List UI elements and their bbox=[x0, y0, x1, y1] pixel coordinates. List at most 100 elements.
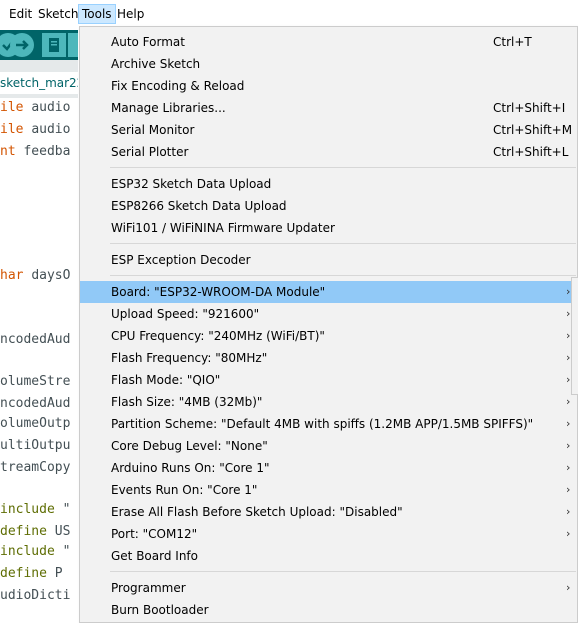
code-line: ncodedAud bbox=[0, 396, 70, 412]
menu-item-core-debug-level[interactable]: Core Debug Level: "None" › bbox=[80, 435, 577, 457]
code-editor[interactable]: ile audio ile audio nt feedba har daysO ncod… bbox=[0, 98, 80, 621]
menu-item-upload-speed[interactable]: Upload Speed: "921600" › bbox=[80, 303, 577, 325]
menu-separator bbox=[110, 275, 576, 276]
menu-item-partition-scheme[interactable]: Partition Scheme: "Default 4MB with spif… bbox=[80, 413, 577, 435]
code-line: udioDicti bbox=[0, 588, 70, 604]
code-token: include bbox=[0, 502, 63, 517]
menu-item-label: Core Debug Level: "None" bbox=[111, 439, 268, 453]
code-line: ncodedAud bbox=[0, 332, 70, 348]
menu-item-serial-plotter[interactable]: Serial Plotter Ctrl+Shift+L bbox=[80, 141, 577, 163]
menu-item-label: ESP32 Sketch Data Upload bbox=[111, 177, 272, 191]
chevron-right-icon: › bbox=[566, 483, 571, 496]
menu-item-label: Auto Format bbox=[111, 35, 185, 49]
menu-item-label: Manage Libraries... bbox=[111, 101, 226, 115]
menu-tools[interactable]: Tools bbox=[78, 4, 116, 24]
code-token: define bbox=[0, 566, 55, 581]
menu-item-label: Fix Encoding & Reload bbox=[111, 79, 245, 93]
menu-item-cpu-frequency[interactable]: CPU Frequency: "240MHz (WiFi/BT)" › bbox=[80, 325, 577, 347]
menu-item-flash-frequency[interactable]: Flash Frequency: "80MHz" › bbox=[80, 347, 577, 369]
menu-item-burn-bootloader[interactable]: Burn Bootloader bbox=[80, 599, 577, 621]
upload-icon[interactable] bbox=[10, 33, 34, 57]
menu-item-esp32-sketch-data-upload[interactable]: ESP32 Sketch Data Upload bbox=[80, 173, 577, 195]
menu-item-label: Flash Frequency: "80MHz" bbox=[111, 351, 268, 365]
menu-item-label: Port: "COM12" bbox=[111, 527, 198, 541]
menu-item-label: Upload Speed: "921600" bbox=[111, 307, 260, 321]
menu-item-arduino-runs-on[interactable]: Arduino Runs On: "Core 1" › bbox=[80, 457, 577, 479]
menu-help[interactable]: Help bbox=[114, 5, 147, 23]
menu-item-label: Flash Size: "4MB (32Mb)" bbox=[111, 395, 263, 409]
menu-separator bbox=[110, 167, 576, 168]
code-line: nt feedba bbox=[0, 144, 70, 160]
code-token: ile bbox=[0, 100, 32, 115]
code-token: olumeOutp bbox=[0, 416, 71, 431]
menu-item-label: Board: "ESP32-WROOM-DA Module" bbox=[111, 285, 326, 299]
menu-item-shortcut: Ctrl+Shift+L bbox=[493, 145, 569, 159]
menu-sketch[interactable]: Sketch bbox=[35, 5, 81, 23]
code-line: treamCopy bbox=[0, 460, 70, 476]
code-line: ile audio bbox=[0, 100, 70, 116]
menu-item-programmer[interactable]: Programmer › bbox=[80, 577, 577, 599]
chevron-right-icon: › bbox=[566, 395, 571, 408]
code-token: har bbox=[0, 268, 32, 283]
menu-item-esp8266-sketch-data-upload[interactable]: ESP8266 Sketch Data Upload bbox=[80, 195, 577, 217]
code-token: " bbox=[62, 502, 71, 517]
menu-item-flash-size[interactable]: Flash Size: "4MB (32Mb)" › bbox=[80, 391, 577, 413]
menu-item-label: CPU Frequency: "240MHz (WiFi/BT)" bbox=[111, 329, 325, 343]
menu-item-port[interactable]: Port: "COM12" › bbox=[80, 523, 577, 545]
menu-item-label: ESP Exception Decoder bbox=[111, 253, 251, 267]
menu-item-label: Erase All Flash Before Sketch Upload: "D… bbox=[111, 505, 403, 519]
code-token: nt bbox=[0, 144, 24, 159]
menu-item-label: WiFi101 / WiFiNINA Firmware Updater bbox=[111, 221, 335, 235]
menu-item-board[interactable]: Board: "ESP32-WROOM-DA Module" › bbox=[80, 281, 577, 303]
code-token: treamCopy bbox=[0, 460, 71, 475]
tab-sketch[interactable]: sketch_mar22 bbox=[0, 72, 78, 94]
menu-item-label: Events Run On: "Core 1" bbox=[111, 483, 258, 497]
code-token: ncodedAud bbox=[0, 332, 71, 347]
code-line: include " bbox=[0, 502, 70, 518]
menu-item-label: Serial Monitor bbox=[111, 123, 195, 137]
menu-item-serial-monitor[interactable]: Serial Monitor Ctrl+Shift+M bbox=[80, 119, 577, 141]
chevron-right-icon: › bbox=[566, 527, 571, 540]
submenu-edge bbox=[571, 277, 578, 395]
new-icon[interactable] bbox=[42, 33, 66, 57]
menu-item-events-run-on[interactable]: Events Run On: "Core 1" › bbox=[80, 479, 577, 501]
menu-item-label: Arduino Runs On: "Core 1" bbox=[111, 461, 270, 475]
open-icon[interactable] bbox=[68, 33, 78, 57]
code-token: olumeStre bbox=[0, 374, 71, 389]
menu-item-wifi101-wifinina-firmware-updater[interactable]: WiFi101 / WiFiNINA Firmware Updater bbox=[80, 217, 577, 239]
code-token: ile bbox=[0, 122, 32, 137]
chevron-right-icon: › bbox=[566, 373, 571, 386]
chevron-right-icon: › bbox=[566, 505, 571, 518]
menu-item-shortcut: Ctrl+Shift+I bbox=[493, 101, 566, 115]
chevron-right-icon: › bbox=[566, 329, 571, 342]
code-token: daysO bbox=[31, 268, 71, 283]
chevron-right-icon: › bbox=[566, 351, 571, 364]
code-line: define US bbox=[0, 524, 70, 540]
menu-item-shortcut: Ctrl+T bbox=[493, 35, 532, 49]
menu-item-flash-mode[interactable]: Flash Mode: "QIO" › bbox=[80, 369, 577, 391]
menu-item-fix-encoding-reload[interactable]: Fix Encoding & Reload bbox=[80, 75, 577, 97]
code-line: olumeOutp bbox=[0, 416, 70, 432]
menu-edit[interactable]: Edit bbox=[6, 5, 35, 23]
code-token: US bbox=[54, 524, 71, 539]
menu-bar: Edit Sketch Tools Help bbox=[0, 0, 578, 26]
code-token: P bbox=[54, 566, 63, 581]
menu-item-erase-all-flash-before-sketch-upload[interactable]: Erase All Flash Before Sketch Upload: "D… bbox=[80, 501, 577, 523]
toolbar bbox=[0, 30, 78, 60]
menu-item-auto-format[interactable]: Auto Format Ctrl+T bbox=[80, 31, 577, 53]
code-line: ultiOutpu bbox=[0, 438, 70, 454]
code-token: " bbox=[62, 544, 71, 559]
menu-item-shortcut: Ctrl+Shift+M bbox=[493, 123, 573, 137]
menu-item-esp-exception-decoder[interactable]: ESP Exception Decoder bbox=[80, 249, 577, 271]
menu-item-label: ESP8266 Sketch Data Upload bbox=[111, 199, 287, 213]
menu-item-archive-sketch[interactable]: Archive Sketch bbox=[80, 53, 577, 75]
menu-item-label: Get Board Info bbox=[111, 549, 198, 563]
code-token: include bbox=[0, 544, 63, 559]
code-token: define bbox=[0, 524, 55, 539]
menu-item-label: Serial Plotter bbox=[111, 145, 189, 159]
chevron-right-icon: › bbox=[566, 307, 571, 320]
menu-item-get-board-info[interactable]: Get Board Info bbox=[80, 545, 577, 567]
menu-item-manage-libraries[interactable]: Manage Libraries... Ctrl+Shift+I bbox=[80, 97, 577, 119]
code-token: ncodedAud bbox=[0, 396, 71, 411]
menu-item-label: Flash Mode: "QIO" bbox=[111, 373, 221, 387]
